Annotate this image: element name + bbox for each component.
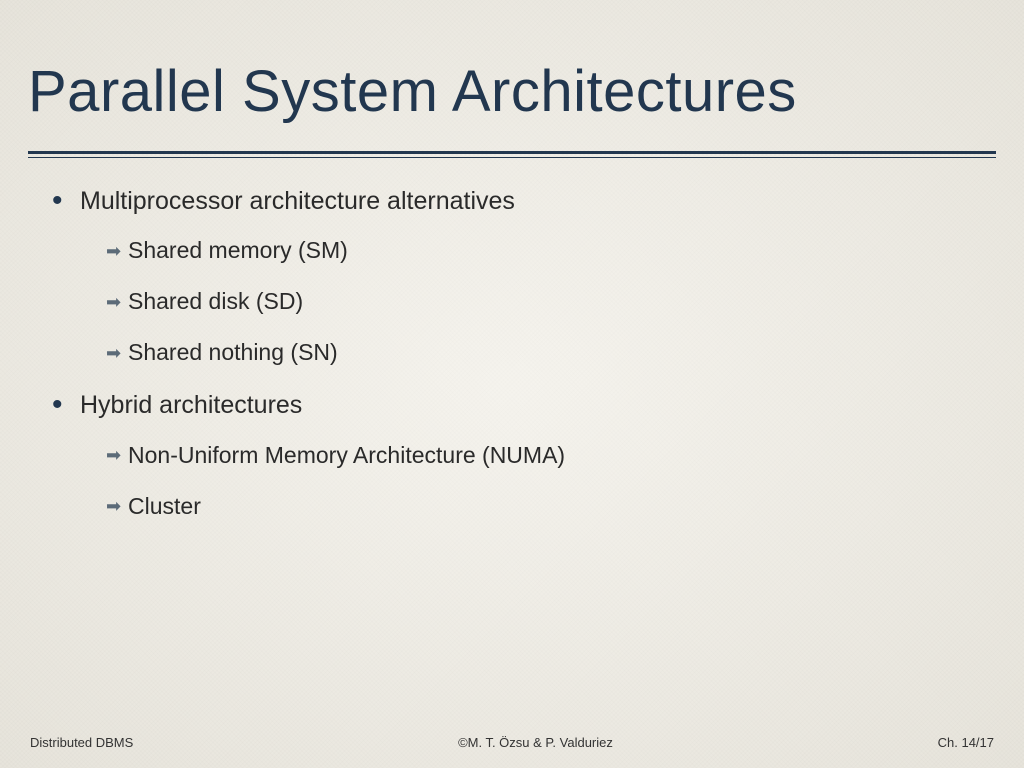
sub-text: Shared disk (SD) <box>128 288 303 315</box>
slide-content: • Multiprocessor architecture alternativ… <box>28 186 996 520</box>
sub-text: Shared nothing (SN) <box>128 339 338 366</box>
slide: Parallel System Architectures • Multipro… <box>0 0 1024 768</box>
slide-title: Parallel System Architectures <box>28 58 996 125</box>
sub-item: ➡ Shared disk (SD) <box>106 288 996 315</box>
arrow-right-icon: ➡ <box>106 293 126 311</box>
bullet-item: • Hybrid architectures <box>52 390 996 421</box>
sub-text: Shared memory (SM) <box>128 237 348 264</box>
sub-text: Cluster <box>128 493 201 520</box>
sub-list: ➡ Shared memory (SM) ➡ Shared disk (SD) … <box>52 237 996 366</box>
arrow-right-icon: ➡ <box>106 497 126 515</box>
bullet-item: • Multiprocessor architecture alternativ… <box>52 186 996 217</box>
bullet-dot-icon: • <box>52 190 80 212</box>
bullet-text: Multiprocessor architecture alternatives <box>80 186 515 217</box>
sub-item: ➡ Shared memory (SM) <box>106 237 996 264</box>
footer-center: ©M. T. Özsu & P. Valduriez <box>133 735 937 750</box>
bullet-dot-icon: • <box>52 394 80 416</box>
sub-list: ➡ Non-Uniform Memory Architecture (NUMA)… <box>52 442 996 520</box>
sub-item: ➡ Cluster <box>106 493 996 520</box>
footer-left: Distributed DBMS <box>30 735 133 750</box>
sub-item: ➡ Non-Uniform Memory Architecture (NUMA) <box>106 442 996 469</box>
arrow-right-icon: ➡ <box>106 242 126 260</box>
arrow-right-icon: ➡ <box>106 446 126 464</box>
footer-right: Ch. 14/17 <box>938 735 994 750</box>
arrow-right-icon: ➡ <box>106 344 126 362</box>
title-divider <box>28 151 996 158</box>
sub-item: ➡ Shared nothing (SN) <box>106 339 996 366</box>
bullet-text: Hybrid architectures <box>80 390 302 421</box>
slide-footer: Distributed DBMS ©M. T. Özsu & P. Valdur… <box>0 735 1024 750</box>
sub-text: Non-Uniform Memory Architecture (NUMA) <box>128 442 565 469</box>
